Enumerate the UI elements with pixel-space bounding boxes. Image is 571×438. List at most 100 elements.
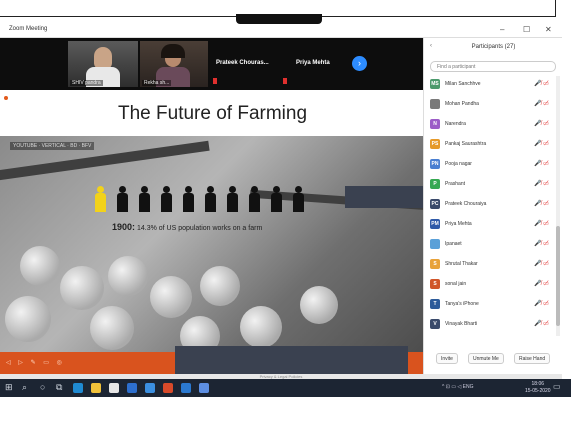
muted-mic-video-off-icon: 🎤̸ ▭̸ xyxy=(534,141,549,147)
participant-name: Priya Mehta xyxy=(445,221,472,227)
participant-name: Prashant xyxy=(445,181,466,187)
muted-mic-video-off-icon: 🎤̸ ▭̸ xyxy=(534,241,549,247)
tile-name-2[interactable]: Priya Mehta xyxy=(296,60,330,66)
raise-hand-button[interactable]: Raise Hand xyxy=(514,353,551,364)
powerpoint-icon[interactable] xyxy=(163,383,173,393)
participants-panel: ‹ Participants (27) Find a participant M… xyxy=(423,38,562,374)
muted-mic-icon xyxy=(283,78,287,84)
search-icon[interactable]: ⌕ xyxy=(22,382,27,393)
muted-mic-icon xyxy=(213,78,217,84)
word-icon[interactable] xyxy=(181,383,191,393)
participant-avatar: PC xyxy=(430,199,440,209)
participant-avatar: MS xyxy=(430,79,440,89)
muted-mic-video-off-icon: 🎤̸ ▭̸ xyxy=(534,301,549,307)
video-thumb-1[interactable]: SHIV pandra xyxy=(68,41,138,87)
photo-egg xyxy=(90,306,134,350)
unmute-me-button[interactable]: Unmute Me xyxy=(468,353,504,364)
system-tray[interactable]: ^ ⊡ ▭ ◁ ENG xyxy=(442,384,474,390)
participant-avatar: T xyxy=(430,299,440,309)
slide-photo: YOUTUBE · VERTICAL · BD · BFV 1900: 14.3… xyxy=(0,136,423,352)
invite-button[interactable]: Invite xyxy=(436,353,458,364)
photo-egg xyxy=(200,266,240,306)
zoom-app-icon[interactable] xyxy=(145,383,155,393)
participant-row[interactable]: P Prashant 🎤̸ ▭̸ xyxy=(424,176,554,193)
file-explorer-icon[interactable] xyxy=(91,383,101,393)
person-icon xyxy=(116,186,128,212)
scrollbar-thumb[interactable] xyxy=(556,226,560,326)
photo-egg xyxy=(60,266,104,310)
muted-mic-video-off-icon: 🎤̸ ▭̸ xyxy=(534,81,549,87)
mail-icon[interactable] xyxy=(127,383,137,393)
participant-row[interactable]: PS Pankaj Saurashtra 🎤̸ ▭̸ xyxy=(424,136,554,153)
app-icon[interactable] xyxy=(199,383,209,393)
slide-title: The Future of Farming xyxy=(118,103,308,124)
participant-avatar: P xyxy=(430,179,440,189)
next-videos-button[interactable]: › xyxy=(352,56,367,71)
muted-mic-video-off-icon: 🎤̸ ▭̸ xyxy=(534,201,549,207)
participant-avatar xyxy=(430,99,440,109)
participant-row[interactable]: PN Pooja nagar 🎤̸ ▭̸ xyxy=(424,156,554,173)
participant-avatar: V xyxy=(430,319,440,329)
slide-control-icons[interactable]: ◁ ▷ ✎ ▭ ◎ xyxy=(6,359,65,366)
participant-name: sonal jain xyxy=(445,281,467,287)
person-icon xyxy=(182,186,194,212)
participant-name: Pankaj Saurashtra xyxy=(445,141,487,147)
participant-avatar: S xyxy=(430,259,440,269)
find-participant-input[interactable]: Find a participant xyxy=(430,61,556,72)
task-view-icon[interactable]: ⧉ xyxy=(56,382,62,393)
person-icon xyxy=(204,186,216,212)
participant-row[interactable]: Ipanaet 🎤̸ ▭̸ xyxy=(424,236,554,253)
cortana-icon[interactable]: ○ xyxy=(40,382,45,392)
participant-row[interactable]: Ssonal jain 🎤̸ ▭̸ xyxy=(424,276,554,293)
photo-egg xyxy=(240,306,282,348)
muted-mic-video-off-icon: 🎤̸ ▭̸ xyxy=(534,161,549,167)
participant-row[interactable]: PC Prateek Chouraiya 🎤̸ ▭̸ xyxy=(424,196,554,213)
scrollbar[interactable] xyxy=(556,76,560,336)
tile-name-1[interactable]: Prateek Chouras... xyxy=(216,60,269,66)
slide-dark-box-bottom xyxy=(175,346,408,374)
muted-mic-video-off-icon: 🎤̸ ▭̸ xyxy=(534,221,549,227)
stat-text: 14.3% of US population works on a farm xyxy=(136,225,263,232)
photo-egg xyxy=(20,246,60,286)
video-thumb-2[interactable]: Rekha sh... xyxy=(140,41,208,87)
participant-name: Shrutal Thakar xyxy=(445,261,478,267)
photo-egg xyxy=(108,256,148,296)
windows-start-icon[interactable]: ⊞ xyxy=(5,382,13,393)
store-icon[interactable] xyxy=(109,383,119,393)
participant-row[interactable]: MS Milan Sanchhve 🎤̸ ▭̸ xyxy=(424,76,554,93)
stat-year: 1900: xyxy=(112,222,136,232)
person-icon xyxy=(160,186,172,212)
person-icon xyxy=(270,186,282,212)
participant-row[interactable]: Mohan Pandha 🎤̸ ▭̸ xyxy=(424,96,554,113)
participant-name: Vinayak Bharti xyxy=(445,321,478,327)
clock-date: 15-05-2020 xyxy=(525,388,551,394)
close-button[interactable]: ✕ xyxy=(545,25,552,34)
photo-egg xyxy=(5,296,51,342)
clock-time: 18:06 xyxy=(531,381,545,387)
photo-egg xyxy=(150,276,192,318)
notifications-icon[interactable]: ▭ xyxy=(553,382,561,391)
muted-mic-video-off-icon: 🎤̸ ▭̸ xyxy=(534,321,549,327)
zoom-window: Zoom Meeting – ☐ ✕ SHIV pandra Rekha sh.… xyxy=(0,24,562,374)
people-infographic xyxy=(94,186,334,216)
chevron-right-icon: › xyxy=(358,58,361,68)
participant-avatar: N xyxy=(430,119,440,129)
participant-avatar: PS xyxy=(430,139,440,149)
photo-egg xyxy=(300,286,338,324)
clock[interactable]: 18:06 15-05-2020 xyxy=(525,381,551,395)
participant-row[interactable]: T Tanya's iPhone 🎤̸ ▭̸ xyxy=(424,296,554,313)
participant-row[interactable]: V Vinayak Bharti 🎤̸ ▭̸ xyxy=(424,316,554,333)
minimize-button[interactable]: – xyxy=(500,25,504,34)
slide-header: The Future of Farming xyxy=(0,90,423,136)
participant-row[interactable]: N Narendra 🎤̸ ▭̸ xyxy=(424,116,554,133)
maximize-button[interactable]: ☐ xyxy=(523,25,530,34)
taskbar: ⊞ ⌕ ○ ⧉ ^ ⊡ ▭ ◁ ENG 18:06 15-05-2020 ▭ xyxy=(0,379,571,397)
title-bar: Zoom Meeting – ☐ ✕ xyxy=(0,24,562,38)
record-dot-icon xyxy=(4,96,8,100)
edge-icon[interactable] xyxy=(73,383,83,393)
participant-name: Prateek Chouraiya xyxy=(445,201,487,207)
muted-mic-video-off-icon: 🎤̸ ▭̸ xyxy=(534,121,549,127)
thumb-name: SHIV pandra xyxy=(70,80,103,86)
participant-row[interactable]: S Shrutal Thakar 🎤̸ ▭̸ xyxy=(424,256,554,273)
participant-row[interactable]: PM Priya Mehta 🎤̸ ▭̸ xyxy=(424,216,554,233)
